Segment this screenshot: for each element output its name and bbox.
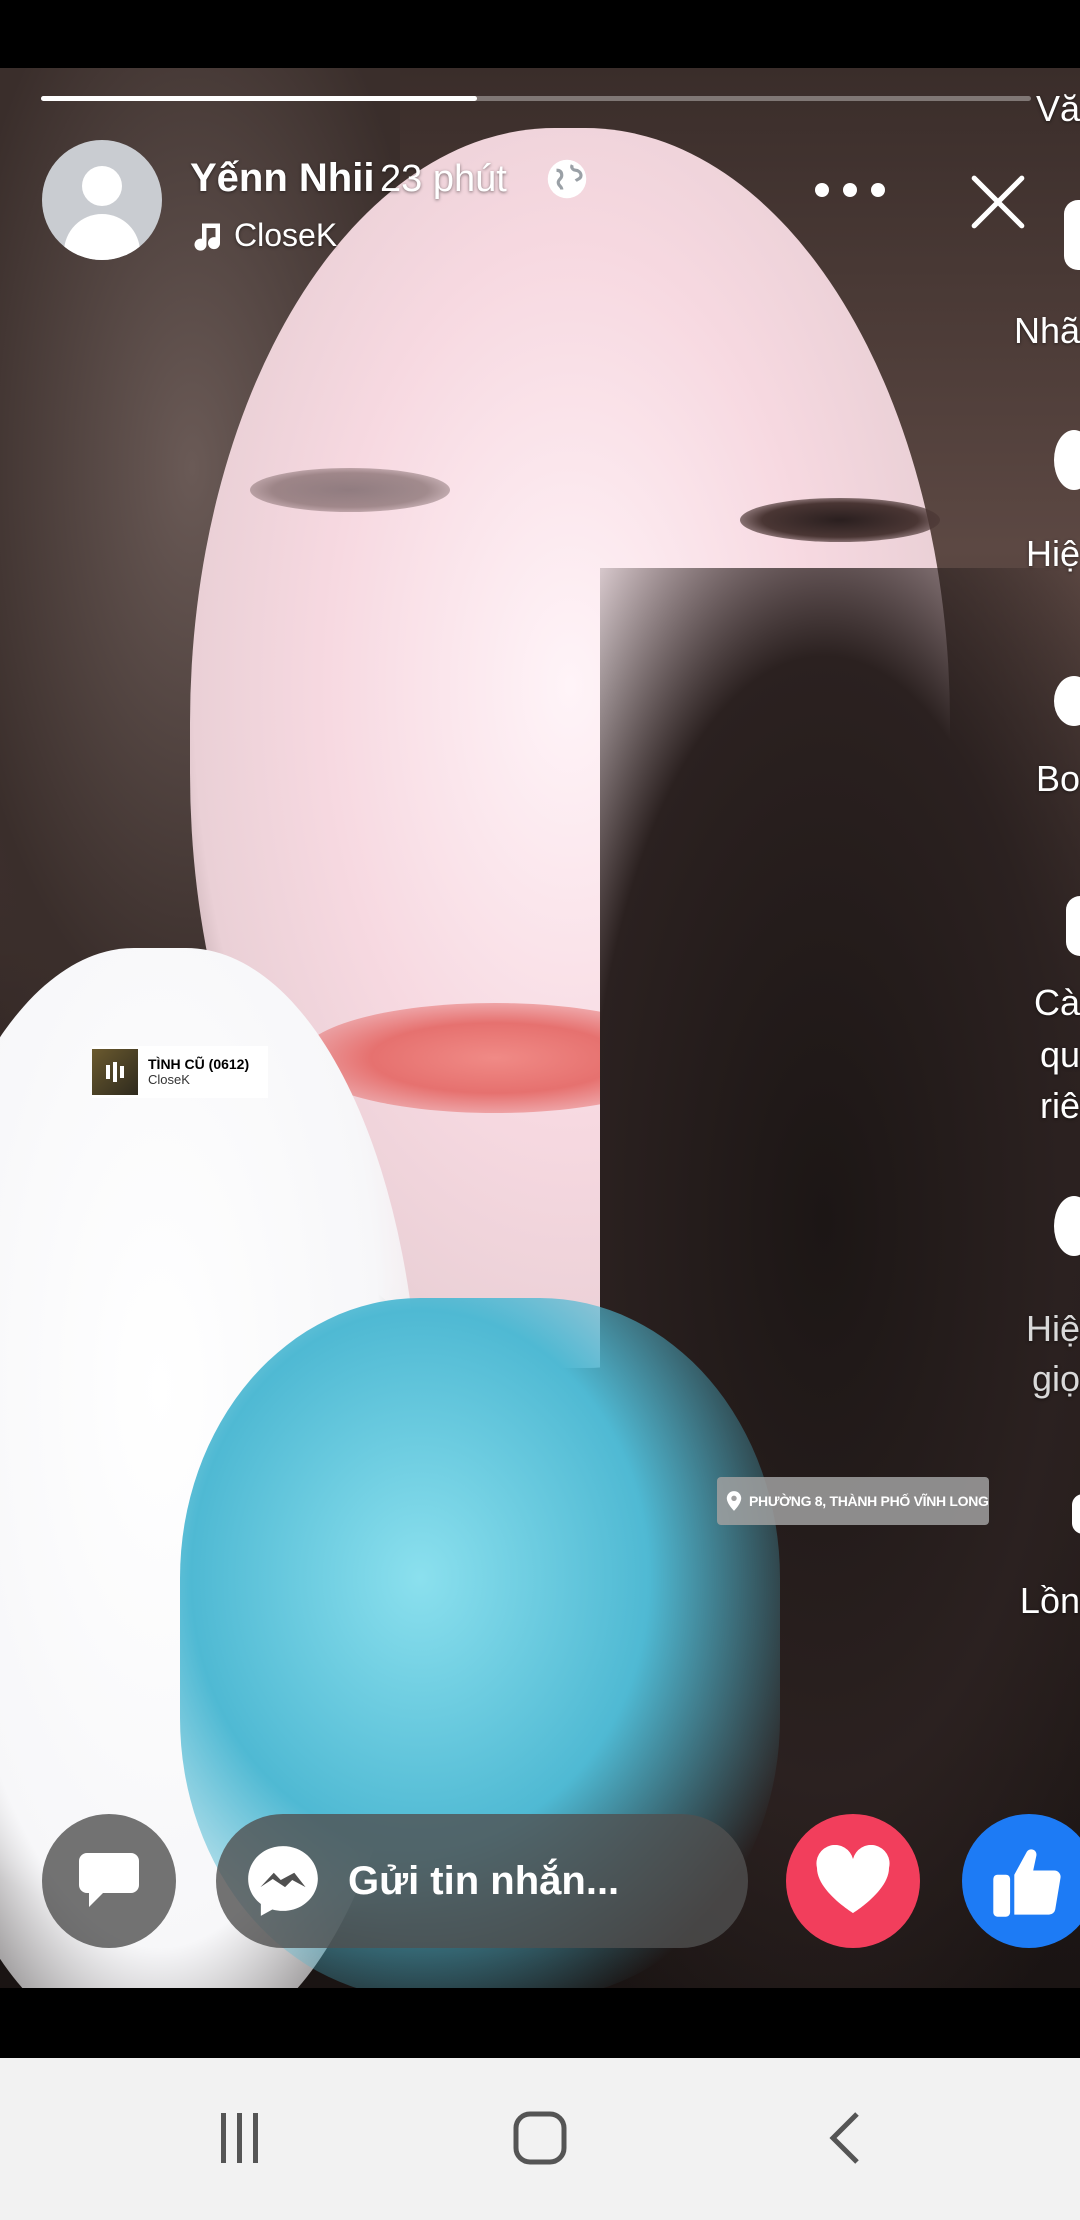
- side-icon[interactable]: [1064, 200, 1080, 270]
- side-label: Cà: [1033, 982, 1080, 1023]
- side-label: Hiệ: [1025, 533, 1080, 574]
- music-note-icon: [194, 223, 221, 251]
- post-time: 23 phút: [380, 158, 507, 200]
- side-label: Lồn: [1019, 1580, 1080, 1621]
- side-label: riê: [1039, 1085, 1080, 1126]
- side-label: giọ: [1031, 1358, 1080, 1399]
- location-text: PHƯỜNG 8, THÀNH PHỐ VĨNH LONG: [749, 1493, 989, 1509]
- story-media[interactable]: [0, 68, 1080, 1988]
- music-sticker[interactable]: TÌNH CŨ (0612) CloseK: [92, 1046, 268, 1098]
- user-name[interactable]: Yếnn Nhii: [190, 156, 374, 201]
- photo-region: [740, 498, 940, 542]
- back-button[interactable]: [820, 2098, 870, 2178]
- chat-bubble-icon: [79, 1853, 139, 1907]
- side-icon[interactable]: [1066, 896, 1080, 956]
- close-button[interactable]: [964, 168, 1032, 236]
- thumbs-up-icon: [993, 1849, 1061, 1917]
- photo-region: [250, 468, 450, 512]
- recents-button[interactable]: [210, 2098, 270, 2178]
- side-label: Vă: [1035, 88, 1080, 129]
- more-button[interactable]: [815, 170, 885, 210]
- album-art: [92, 1049, 138, 1095]
- reply-button[interactable]: [42, 1814, 176, 1948]
- song-artist[interactable]: CloseK: [234, 217, 337, 254]
- more-icon: [815, 183, 829, 197]
- home-icon: [513, 2111, 567, 2165]
- location-pin-icon: [726, 1491, 742, 1511]
- globe-icon: [547, 159, 587, 199]
- sticker-song-artist: CloseK: [148, 1072, 190, 1087]
- location-sticker[interactable]: PHƯỜNG 8, THÀNH PHỐ VĨNH LONG: [717, 1477, 989, 1525]
- side-label: Nhã: [1013, 310, 1080, 351]
- back-icon: [829, 2112, 859, 2164]
- story-progress-bar: [41, 96, 1031, 101]
- home-button[interactable]: [510, 2098, 570, 2178]
- message-placeholder: Gửi tin nhắn...: [348, 1858, 620, 1903]
- avatar[interactable]: [42, 140, 162, 260]
- side-icon[interactable]: [1072, 1494, 1080, 1534]
- side-label: qu: [1039, 1034, 1080, 1075]
- system-navigation-bar: [0, 2058, 1080, 2220]
- sticker-song-title: TÌNH CŨ (0612): [148, 1056, 250, 1072]
- messenger-icon: [248, 1846, 318, 1916]
- recents-icon: [221, 2113, 258, 2163]
- heart-icon: [816, 1845, 890, 1913]
- heart-reaction-button[interactable]: [786, 1814, 920, 1948]
- side-label: Bo: [1035, 758, 1080, 799]
- status-bar: [0, 0, 1080, 68]
- side-label: Hiệ: [1025, 1308, 1080, 1349]
- story-progress-fill: [41, 96, 477, 101]
- message-input[interactable]: Gửi tin nhắn...: [216, 1814, 748, 1948]
